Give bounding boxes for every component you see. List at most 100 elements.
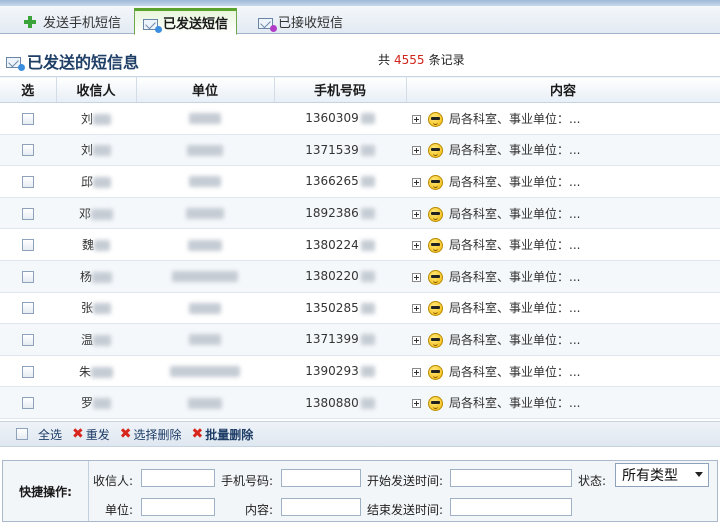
redacted-phone	[360, 302, 375, 314]
delete-selected-button[interactable]: ✖ 选择删除	[120, 426, 182, 443]
row-checkbox[interactable]	[22, 207, 34, 220]
content-text: 局各科室、事业单位：...	[449, 332, 581, 347]
redacted-name	[91, 208, 113, 220]
phone-cell: 1892386	[274, 197, 406, 230]
recipient-name: 温	[80, 332, 93, 347]
row-select-cell	[0, 102, 56, 135]
row-checkbox[interactable]	[22, 302, 34, 315]
expand-icon[interactable]	[412, 304, 421, 314]
phone-number: 1380880	[305, 395, 359, 410]
recipient-cell: 朱	[56, 355, 136, 388]
delete-x-icon: ✖	[72, 426, 84, 442]
count-value: 4555	[394, 53, 425, 67]
redacted-phone	[360, 271, 375, 283]
content-text: 局各科室、事业单位：...	[449, 269, 581, 284]
plus-icon	[22, 14, 38, 30]
action-bar: 全选 ✖ 重发 ✖ 选择删除 ✖ 批量删除	[0, 421, 720, 447]
recipient-cell: 邓	[56, 197, 136, 230]
phone-cell: 1390293	[274, 355, 406, 388]
select-all-checkbox[interactable]	[16, 428, 28, 440]
table-row[interactable]: 杨 1380220 局各科室、事业单位：...	[0, 260, 720, 293]
redacted-phone	[360, 144, 375, 156]
tab-send-sms[interactable]: 发送手机短信	[14, 9, 129, 34]
redacted-phone	[360, 239, 375, 251]
content-cell: 局各科室、事业单位：...	[406, 355, 720, 388]
recipient-cell: 张	[56, 292, 136, 325]
unit-cell	[136, 197, 274, 230]
expand-icon[interactable]	[412, 367, 421, 377]
redacted-name	[93, 176, 111, 188]
row-checkbox[interactable]	[22, 397, 34, 410]
phone-cell: 1371539	[274, 134, 406, 167]
chevron-down-icon	[695, 472, 703, 477]
expand-icon[interactable]	[412, 146, 421, 156]
expand-icon[interactable]	[412, 399, 421, 409]
row-select-cell	[0, 260, 56, 293]
row-checkbox[interactable]	[22, 144, 34, 157]
redacted-phone	[360, 397, 375, 409]
expand-icon[interactable]	[412, 177, 421, 187]
smiley-icon	[428, 111, 443, 127]
tab-label: 已发送短信	[163, 17, 229, 32]
delete-selected-label: 选择删除	[133, 427, 182, 442]
column-header-content[interactable]: 内容	[406, 76, 720, 103]
content-input[interactable]	[281, 498, 361, 516]
status-label: 状态:	[578, 474, 607, 488]
table-row[interactable]: 魏 1380224 局各科室、事业单位：...	[0, 228, 720, 261]
row-select-cell	[0, 228, 56, 261]
row-checkbox[interactable]	[22, 175, 34, 188]
status-select[interactable]: 所有类型	[615, 463, 709, 487]
row-checkbox[interactable]	[22, 270, 34, 283]
content-text: 局各科室、事业单位：...	[449, 143, 581, 158]
expand-icon[interactable]	[412, 241, 421, 251]
phone-cell: 1366265	[274, 165, 406, 198]
resend-label: 重发	[85, 427, 110, 442]
table-row[interactable]: 邱 1366265 局各科室、事业单位：...	[0, 165, 720, 198]
redacted-unit	[186, 208, 224, 220]
table-row[interactable]: 温 1371399 局各科室、事业单位：...	[0, 323, 720, 356]
expand-icon[interactable]	[412, 114, 421, 124]
redacted-name	[91, 366, 113, 378]
phone-number: 1371539	[305, 142, 359, 157]
redacted-unit	[188, 239, 222, 251]
content-text: 局各科室、事业单位：...	[449, 111, 581, 126]
end-time-input[interactable]	[450, 498, 572, 516]
tab-sent-sms[interactable]: 已发送短信	[134, 8, 238, 35]
unit-input[interactable]	[141, 498, 215, 516]
row-checkbox[interactable]	[22, 112, 34, 125]
phone-cell: 1350285	[274, 292, 406, 325]
column-header-recipient[interactable]: 收信人	[56, 76, 137, 103]
column-header-select[interactable]: 选	[0, 76, 57, 103]
table-row[interactable]: 邓 1892386 局各科室、事业单位：...	[0, 197, 720, 230]
smiley-icon	[428, 143, 443, 159]
table-row[interactable]: 张 1350285 局各科室、事业单位：...	[0, 292, 720, 325]
expand-icon[interactable]	[412, 209, 421, 219]
column-header-phone[interactable]: 手机号码	[274, 76, 407, 103]
table-row[interactable]: 刘 1371539 局各科室、事业单位：...	[0, 134, 720, 167]
content-label: 内容:	[245, 503, 274, 517]
phone-input[interactable]	[281, 469, 361, 487]
start-time-input[interactable]	[450, 469, 572, 487]
phone-cell: 1360309	[274, 102, 406, 135]
table-row[interactable]: 朱 1390293 局各科室、事业单位：...	[0, 355, 720, 388]
smiley-icon	[428, 301, 443, 317]
expand-icon[interactable]	[412, 335, 421, 345]
phone-cell: 1380224	[274, 228, 406, 261]
column-header-unit[interactable]: 单位	[136, 76, 275, 103]
table-row[interactable]: 刘 1360309 局各科室、事业单位：...	[0, 102, 720, 135]
recipient-name: 魏	[81, 238, 94, 253]
tab-received-sms[interactable]: 已接收短信	[250, 9, 351, 34]
table-row[interactable]: 罗 1380880 局各科室、事业单位：...	[0, 386, 720, 419]
row-checkbox[interactable]	[22, 333, 34, 346]
recipient-name: 刘	[80, 111, 93, 126]
expand-icon[interactable]	[412, 272, 421, 282]
row-checkbox[interactable]	[22, 239, 34, 252]
select-all[interactable]: 全选	[16, 426, 62, 443]
row-checkbox[interactable]	[22, 365, 34, 378]
resend-button[interactable]: ✖ 重发	[72, 426, 110, 443]
envelope-out-icon	[143, 18, 162, 33]
batch-delete-button[interactable]: ✖ 批量删除	[192, 426, 254, 443]
redacted-unit	[172, 271, 238, 283]
recipient-input[interactable]	[141, 469, 215, 487]
redacted-phone	[360, 176, 375, 188]
